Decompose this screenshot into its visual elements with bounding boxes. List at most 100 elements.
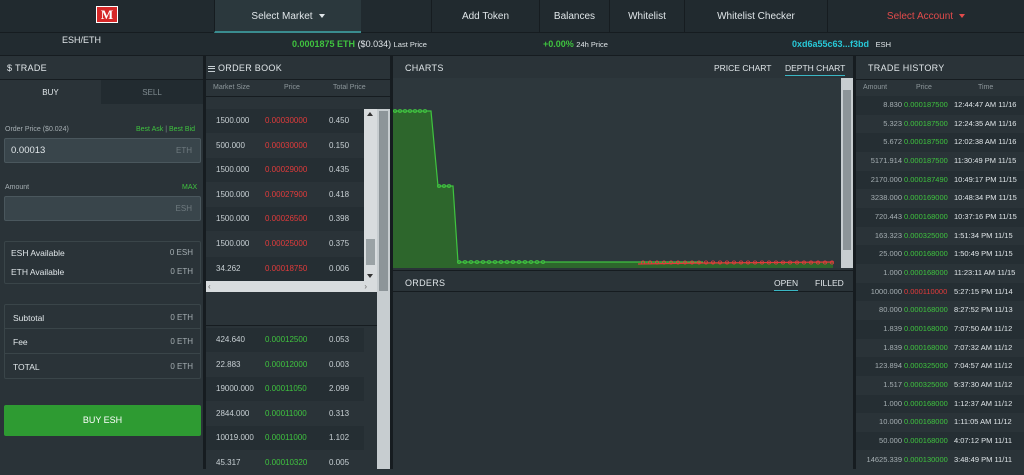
balances-button[interactable]: Balances bbox=[539, 0, 609, 33]
total-price-cell: 0.435 bbox=[329, 165, 350, 175]
orderbook-row[interactable]: 1500.000 0.00029000 0.435 bbox=[206, 158, 364, 183]
price-cell: 0.00029000 bbox=[265, 165, 308, 175]
buy-esh-button[interactable]: BUY ESH bbox=[4, 405, 201, 436]
market-size-cell: 1500.000 bbox=[216, 239, 250, 248]
orderbook-row[interactable]: 1500.000 0.00026500 0.398 bbox=[206, 207, 364, 232]
best-ask-link[interactable]: Best Ask bbox=[136, 126, 163, 133]
select-account-label: Select Account bbox=[886, 11, 954, 22]
chevron-left-icon[interactable]: ‹ bbox=[208, 283, 211, 291]
time-cell: 1:50:49 PM 11/15 bbox=[954, 249, 1013, 259]
history-row: 2170.000 0.000187490 10:49:17 PM 11/15 bbox=[856, 170, 1024, 190]
price-cell: 0.000325000 bbox=[904, 361, 948, 371]
total-price-cell: 0.418 bbox=[329, 189, 350, 199]
history-row: 1.000 0.000168000 1:12:37 AM 11/12 bbox=[856, 394, 1024, 414]
time-cell: 7:07:50 AM 11/12 bbox=[954, 323, 1013, 333]
price-cell: 0.000187500 bbox=[904, 137, 948, 147]
change-block: +0.00% 24h Price bbox=[543, 39, 608, 49]
history-row: 10.000 0.000168000 1:11:05 AM 11/12 bbox=[856, 413, 1024, 432]
history-header: Amount Price Time bbox=[856, 79, 1024, 97]
order-price-input[interactable]: 0.00013 ETH bbox=[4, 138, 201, 163]
orderbook-row[interactable]: 2844.000 0.00011000 0.313 bbox=[206, 402, 364, 426]
price-cell: 0.000187490 bbox=[904, 174, 948, 184]
orderbook-row[interactable]: 1500.000 0.00025000 0.375 bbox=[206, 232, 364, 256]
orderbook-title: ORDER BOOK bbox=[208, 63, 282, 73]
chevron-down-icon[interactable] bbox=[367, 274, 373, 278]
price-cell: 0.000168000 bbox=[904, 435, 948, 445]
time-cell: 10:48:34 PM 11/15 bbox=[954, 193, 1017, 203]
filled-orders-tab[interactable]: FILLED bbox=[815, 278, 844, 288]
amount-cell: 1000.000 bbox=[870, 286, 902, 296]
amount-cell: 123.894 bbox=[874, 361, 902, 371]
price-cell: 0.000187500 bbox=[904, 118, 948, 128]
eth-available-label: ETH Available bbox=[11, 267, 65, 277]
total-price-cell: 0.313 bbox=[329, 408, 350, 418]
depth-chart[interactable] bbox=[393, 78, 853, 268]
best-bid-link[interactable]: Best Bid bbox=[169, 126, 195, 133]
total-price-cell: 1.102 bbox=[329, 433, 350, 443]
bids-scrollbar[interactable] bbox=[377, 109, 390, 469]
price-cell: 0.000325000 bbox=[904, 379, 948, 389]
orderbook-panel: ORDER BOOK Market Size Price Total Price… bbox=[206, 56, 390, 469]
time-cell: 7:04:57 AM 11/12 bbox=[954, 361, 1013, 371]
price-chart-tab[interactable]: PRICE CHART bbox=[714, 63, 771, 73]
scroll-thumb[interactable] bbox=[379, 111, 388, 291]
orderbook-row[interactable]: 34.262 0.00018750 0.006 bbox=[206, 256, 364, 281]
amount-cell: 2170.000 bbox=[870, 174, 902, 184]
history-row: 123.894 0.000325000 7:04:57 AM 11/12 bbox=[856, 357, 1024, 376]
fee-label: Fee bbox=[13, 337, 28, 347]
logo[interactable]: M bbox=[96, 6, 118, 23]
add-token-button[interactable]: Add Token bbox=[431, 0, 539, 33]
history-row: 50.000 0.000168000 4:07:12 PM 11/11 bbox=[856, 431, 1024, 451]
open-orders-tab[interactable]: OPEN bbox=[774, 278, 799, 291]
amount-unit: ESH bbox=[175, 204, 192, 213]
ticker-bar: ESH/ETH 0.0001875 ETH ($0.034) Last Pric… bbox=[0, 33, 1024, 56]
amount-cell: 1.517 bbox=[883, 379, 902, 389]
market-size-cell: 22.883 bbox=[216, 359, 241, 369]
history-row: 163.323 0.000325000 1:51:34 PM 11/15 bbox=[856, 227, 1024, 246]
total-price-cell: 0.005 bbox=[329, 458, 350, 467]
depth-chart-tab[interactable]: DEPTH CHART bbox=[785, 63, 846, 76]
select-market-dropdown[interactable]: Select Market bbox=[214, 0, 361, 33]
esh-available-value: 0 ESH bbox=[169, 248, 193, 257]
total-price-cell: 0.003 bbox=[329, 359, 350, 369]
scroll-thumb[interactable] bbox=[366, 239, 375, 265]
amount-input[interactable]: ESH bbox=[4, 196, 201, 221]
orderbook-row[interactable]: 10019.000 0.00011000 1.102 bbox=[206, 426, 364, 451]
whitelist-checker-button[interactable]: Whitelist Checker bbox=[684, 0, 828, 33]
trade-history-panel: TRADE HISTORY Amount Price Time 8.830 0.0… bbox=[856, 56, 1024, 469]
orderbook-row[interactable]: 19000.000 0.00011050 2.099 bbox=[206, 377, 364, 402]
last-price-label: Last Price bbox=[393, 40, 427, 49]
sell-tab[interactable]: SELL bbox=[101, 79, 203, 104]
history-row: 3238.000 0.000169000 10:48:34 PM 11/15 bbox=[856, 189, 1024, 208]
chevron-up-icon[interactable] bbox=[367, 112, 373, 116]
orderbook-row[interactable]: 1500.000 0.00027900 0.418 bbox=[206, 183, 364, 207]
amount-cell: 1.839 bbox=[883, 323, 902, 333]
orderbook-row[interactable]: 45.317 0.00010320 0.005 bbox=[206, 451, 364, 475]
amount-cell: 25.000 bbox=[879, 249, 902, 259]
amount-cell: 1.839 bbox=[883, 342, 902, 352]
asks-hscrollbar[interactable]: ‹ › bbox=[206, 281, 377, 292]
orderbook-row[interactable]: 500.000 0.00030000 0.150 bbox=[206, 134, 364, 158]
trade-history-title: TRADE HISTORY bbox=[868, 63, 945, 73]
market-size-cell: 2844.000 bbox=[216, 408, 250, 418]
address-block: 0xd6a55c63...f3bd ESH bbox=[792, 39, 891, 49]
price-cell: 0.000325000 bbox=[904, 230, 948, 240]
chevron-right-icon[interactable]: › bbox=[364, 283, 367, 291]
max-link[interactable]: MAX bbox=[182, 184, 197, 191]
whitelist-button[interactable]: Whitelist bbox=[609, 0, 684, 33]
market-size-cell: 34.262 bbox=[216, 263, 241, 273]
time-cell: 1:51:34 PM 11/15 bbox=[954, 230, 1013, 240]
time-cell: 10:37:16 PM 11/15 bbox=[954, 211, 1017, 221]
history-row: 8.830 0.000187500 12:44:47 AM 11/16 bbox=[856, 96, 1024, 115]
contract-address[interactable]: 0xd6a55c63...f3bd bbox=[792, 39, 869, 49]
time-cell: 11:23:11 AM 11/15 bbox=[954, 267, 1016, 277]
select-account-dropdown[interactable]: Select Account bbox=[828, 0, 1024, 33]
list-icon bbox=[208, 65, 215, 72]
buy-tab[interactable]: BUY bbox=[0, 79, 101, 104]
asks-scrollbar[interactable] bbox=[364, 109, 377, 281]
orderbook-row[interactable]: 424.640 0.00012500 0.053 bbox=[206, 328, 364, 352]
orderbook-row[interactable]: 1500.000 0.00030000 0.450 bbox=[206, 109, 364, 133]
orderbook-row[interactable]: 22.883 0.00012000 0.003 bbox=[206, 353, 364, 377]
history-row: 1.000 0.000168000 11:23:11 AM 11/15 bbox=[856, 264, 1024, 283]
amount-cell: 14625.339 bbox=[866, 454, 902, 464]
